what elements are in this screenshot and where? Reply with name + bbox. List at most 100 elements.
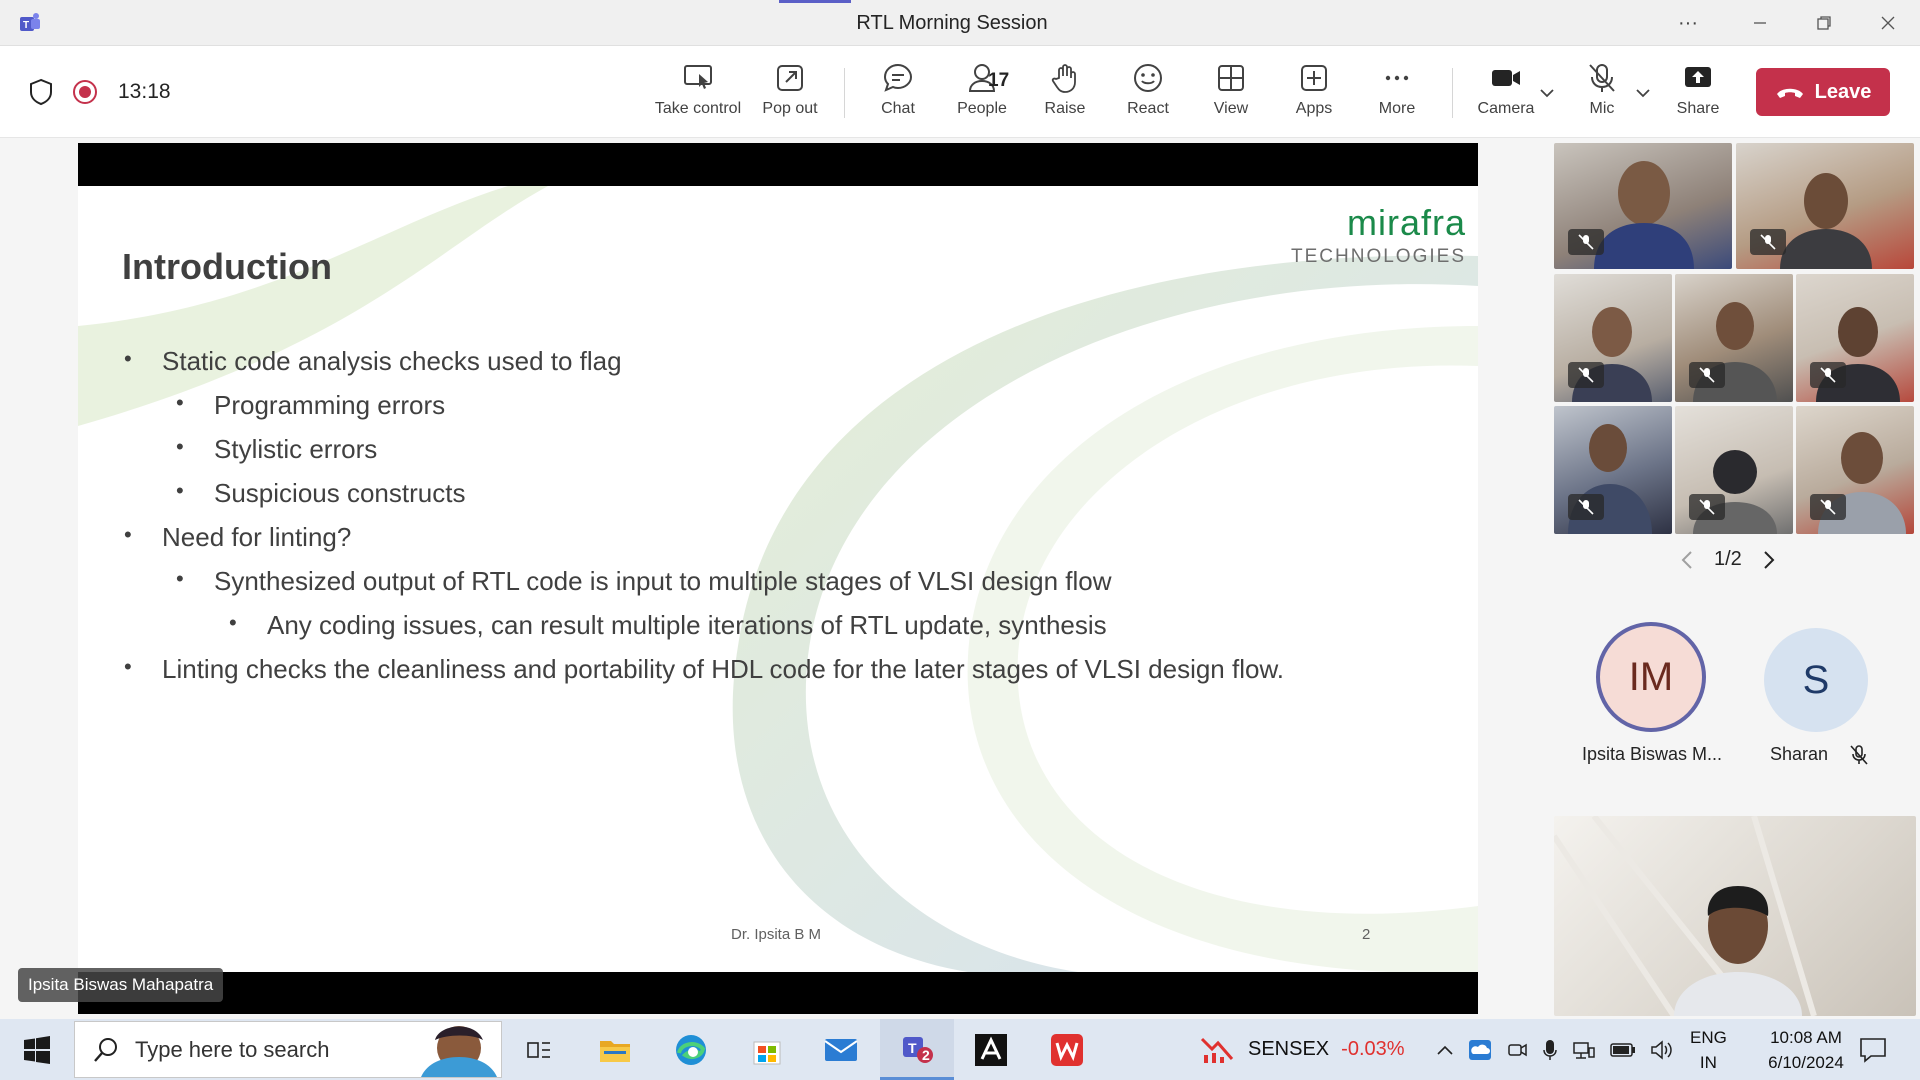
more-options-icon[interactable]: ··· — [1668, 8, 1708, 38]
more-dots-icon — [1385, 75, 1409, 81]
system-tray — [1436, 1019, 1674, 1080]
share-letterbox-bottom — [78, 972, 1478, 1014]
shield-icon[interactable] — [28, 78, 54, 106]
close-button[interactable] — [1868, 8, 1908, 38]
participant-video-tile[interactable] — [1675, 406, 1793, 534]
file-explorer-button[interactable] — [592, 1027, 638, 1073]
people-button[interactable]: People — [936, 62, 1028, 118]
clock[interactable]: 10:08 AM 6/10/2024 — [1746, 1019, 1866, 1080]
volume-icon[interactable] — [1650, 1039, 1674, 1061]
mic-off-icon — [1850, 745, 1868, 765]
participant-video-tile[interactable] — [1554, 143, 1732, 269]
mic-off-icon — [1568, 362, 1604, 388]
participant-video-tile[interactable] — [1675, 274, 1793, 402]
chevron-up-icon[interactable] — [1436, 1043, 1454, 1057]
mic-off-icon — [1689, 362, 1725, 388]
stock-change: -0.03% — [1341, 1038, 1405, 1060]
apps-button[interactable]: Apps — [1268, 62, 1360, 118]
grid-view-icon — [1218, 65, 1244, 91]
bullet-item: • Need for linting? — [124, 522, 352, 552]
apps-label: Apps — [1295, 100, 1333, 117]
wps-office-icon — [1051, 1034, 1083, 1066]
edge-browser-button[interactable] — [668, 1027, 714, 1073]
network-icon[interactable] — [1572, 1039, 1596, 1061]
share-screen-icon — [1685, 67, 1711, 87]
participant-avatar-tile[interactable]: S Sharan — [1740, 596, 1920, 776]
mail-button[interactable] — [818, 1027, 864, 1073]
leave-button[interactable]: Leave — [1756, 68, 1890, 116]
participant-video-tile[interactable] — [1554, 274, 1672, 402]
brand-logo: mirafra TECHNOLOGIES — [1291, 202, 1466, 268]
mic-off-icon — [1810, 362, 1846, 388]
previous-page-icon[interactable] — [1680, 550, 1694, 570]
chat-button[interactable]: Chat — [852, 62, 944, 118]
participant-video-tile[interactable] — [1554, 406, 1672, 534]
share-label: Share — [1676, 100, 1720, 117]
more-label: More — [1378, 100, 1416, 117]
hang-up-icon — [1776, 88, 1803, 98]
people-label: People — [957, 100, 1007, 117]
active-tab-indicator — [779, 0, 851, 3]
participant-video-tile[interactable] — [1796, 274, 1914, 402]
people-count: 17 — [988, 70, 1010, 91]
microphone-in-use-icon[interactable] — [1542, 1038, 1558, 1062]
battery-icon[interactable] — [1610, 1041, 1636, 1059]
view-label: View — [1213, 100, 1249, 117]
stock-ticker-widget[interactable]: SENSEX -0.03% — [1200, 1019, 1405, 1080]
window-title: RTL Morning Session — [856, 12, 1048, 34]
edge-browser-icon — [676, 1035, 706, 1065]
participant-name: Ipsita Biswas M... — [1582, 744, 1723, 764]
chat-icon — [883, 63, 913, 92]
bullet-item: • Linting checks the cleanliness and port… — [124, 654, 1285, 684]
self-view-silhouette — [1554, 816, 1817, 1016]
language-indicator[interactable]: ENG IN — [1690, 1019, 1727, 1080]
mic-options-chevron-icon[interactable] — [1634, 84, 1652, 102]
clock-time: 10:08 AM — [1770, 1027, 1842, 1047]
participant-video-tile[interactable] — [1736, 143, 1914, 269]
restore-button[interactable] — [1804, 8, 1844, 38]
clock-date: 6/10/2024 — [1768, 1052, 1844, 1072]
notifications-button[interactable] — [1850, 1027, 1896, 1073]
share-button[interactable]: Share — [1652, 62, 1744, 118]
meet-now-icon[interactable] — [1506, 1039, 1528, 1061]
add-app-icon — [1301, 65, 1327, 91]
meeting-status: 13:18 — [28, 78, 171, 106]
participant-video-tile[interactable] — [1796, 406, 1914, 534]
app-taskbar-button[interactable] — [968, 1027, 1014, 1073]
wps-office-button[interactable] — [1044, 1027, 1090, 1073]
minimize-button[interactable] — [1740, 8, 1780, 38]
app-logo-icon — [975, 1034, 1007, 1066]
next-page-icon[interactable] — [1762, 550, 1776, 570]
slide-title: Introduction — [122, 246, 332, 287]
taskbar-search-box[interactable]: Type here to search — [74, 1021, 502, 1078]
teams-taskbar-button[interactable]: T 2 — [880, 1019, 954, 1080]
camera-options-chevron-icon[interactable] — [1538, 84, 1556, 102]
view-button[interactable]: View — [1185, 62, 1277, 118]
react-button[interactable]: React — [1102, 62, 1194, 118]
bullet-item: • Any coding issues, can result multiple … — [229, 610, 1107, 640]
meeting-timer: 13:18 — [118, 80, 171, 103]
take-control-label: Take control — [654, 100, 742, 117]
raise-hand-icon — [1051, 64, 1076, 93]
microsoft-store-button[interactable] — [744, 1027, 790, 1073]
bullet-item: • Static code analysis checks used to fla… — [124, 346, 622, 376]
participant-name: Sharan — [1770, 744, 1829, 764]
region-code: IN — [1699, 1052, 1717, 1072]
chat-label: Chat — [881, 100, 915, 117]
task-view-button[interactable] — [516, 1027, 562, 1073]
folder-icon — [600, 1041, 630, 1062]
presenter-name-tag: Ipsita Biswas Mahapatra — [18, 968, 224, 1002]
bullet-item: • Programming errors — [176, 390, 446, 420]
more-button[interactable]: More — [1351, 62, 1443, 118]
onedrive-icon[interactable] — [1468, 1039, 1492, 1061]
self-video-tile[interactable] — [1554, 816, 1916, 1016]
stock-down-icon — [1200, 1037, 1234, 1063]
raise-hand-button[interactable]: Raise — [1019, 62, 1111, 118]
take-control-button[interactable]: Take control — [652, 62, 744, 118]
mail-icon — [824, 1039, 858, 1061]
search-highlight-illustration-icon — [421, 1026, 497, 1077]
raise-label: Raise — [1044, 100, 1086, 117]
pop-out-button[interactable]: Pop out — [744, 62, 836, 118]
start-button[interactable] — [14, 1027, 60, 1073]
smiley-icon — [1134, 64, 1162, 92]
